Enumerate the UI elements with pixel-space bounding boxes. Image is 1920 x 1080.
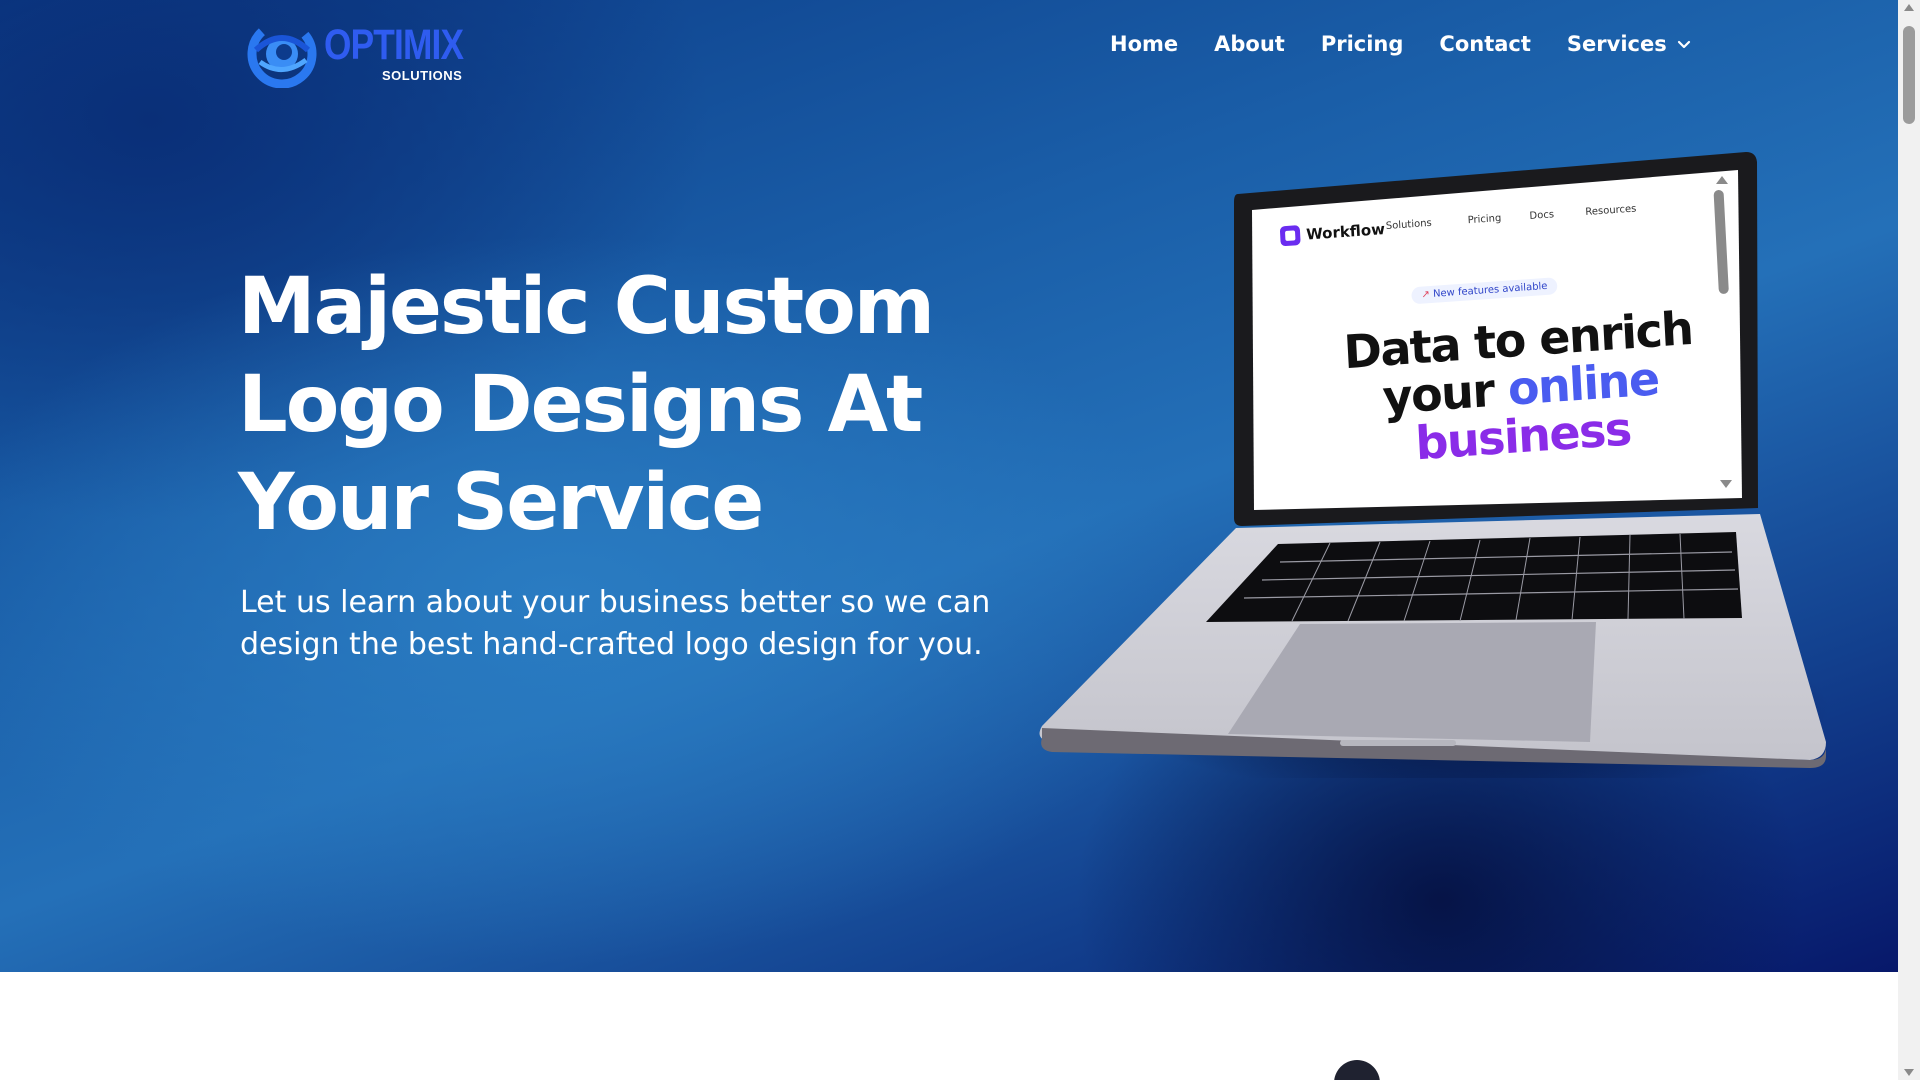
- mini-brand: Workflow: [1279, 219, 1386, 247]
- pill-label: New features available: [1432, 280, 1548, 300]
- hero-headline: Majestic Custom Logo Designs At Your Ser…: [238, 258, 1058, 552]
- scroll-up-arrow-icon[interactable]: [1904, 4, 1914, 11]
- headline-line: Majestic Custom: [238, 262, 935, 352]
- new-features-pill: ↗ New features available: [1411, 277, 1558, 305]
- nav-pricing-label: Pricing: [1320, 32, 1404, 56]
- mini-nav-pricing: Pricing: [1467, 212, 1502, 227]
- brand-tagline: SOLUTIONS: [382, 68, 463, 83]
- laptop-illustration: Workflow Solutions Pricing Docs Resource…: [1030, 148, 1830, 778]
- scrollbar-thumb[interactable]: [1903, 26, 1915, 124]
- workflow-logo-icon: [1279, 225, 1301, 247]
- subtext-line: Let us learn about your business better …: [240, 585, 991, 620]
- mini-nav-docs: Docs: [1529, 209, 1555, 222]
- headline-line: Logo Designs At: [238, 360, 923, 450]
- mini-brand-name: Workflow: [1305, 220, 1386, 244]
- nav-home[interactable]: Home: [1110, 32, 1178, 56]
- nav-contact[interactable]: Contact: [1439, 32, 1531, 56]
- subtext-line: design the best hand-crafted logo design…: [240, 627, 983, 662]
- rocket-icon: ↗: [1421, 289, 1431, 301]
- nav-about[interactable]: About: [1214, 32, 1285, 56]
- laptop-screen-content: Workflow Solutions Pricing Docs Resource…: [1256, 161, 1741, 493]
- nav-contact-label: Contact: [1439, 32, 1531, 56]
- brand-logo[interactable]: OPTIMIX SOLUTIONS: [246, 16, 466, 90]
- nav-pricing[interactable]: Pricing: [1321, 32, 1404, 56]
- mini-nav-resources: Resources: [1585, 203, 1637, 219]
- chevron-down-icon: [1677, 40, 1690, 49]
- page-scrollbar[interactable]: [1898, 0, 1920, 1080]
- nav-services-dropdown[interactable]: Services: [1567, 32, 1693, 56]
- swirl-eye-icon: [247, 19, 317, 88]
- mini-headline: Data to enrich your online business: [1317, 301, 1724, 474]
- nav-home-label: Home: [1110, 32, 1179, 56]
- hero-section: OPTIMIX SOLUTIONS Home About Pricing Con…: [0, 0, 1898, 972]
- hero-subtext: Let us learn about your business better …: [240, 582, 1020, 666]
- nav-services-label: Services: [1566, 32, 1667, 56]
- scroll-down-arrow-icon[interactable]: [1904, 1069, 1914, 1076]
- nav-about-label: About: [1214, 32, 1285, 56]
- mini-nav-solutions: Solutions: [1385, 217, 1433, 233]
- headline-line: Your Service: [238, 458, 764, 548]
- next-section-figure: [1334, 1060, 1380, 1080]
- main-nav: Home About Pricing Contact Services: [1110, 32, 1729, 56]
- brand-name: OPTIMIX: [324, 21, 464, 69]
